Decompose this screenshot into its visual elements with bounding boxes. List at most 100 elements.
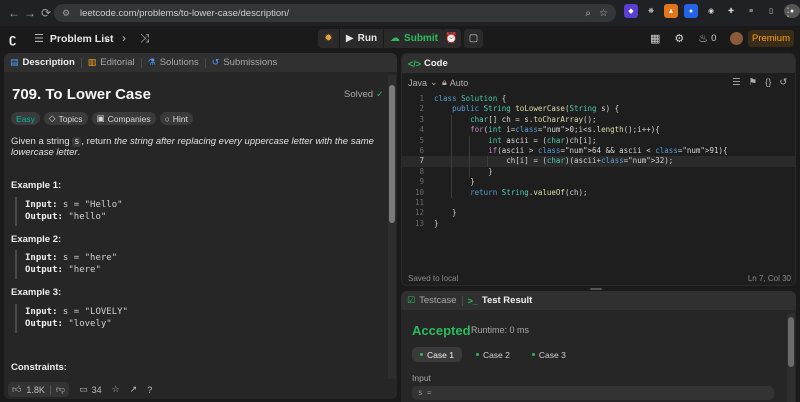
runtime-label: Runtime: 0 ms xyxy=(471,325,530,335)
tab-description[interactable]: ▤ Description xyxy=(4,53,81,72)
extension-icon[interactable]: ● xyxy=(684,4,698,18)
media-icon[interactable]: ≡ xyxy=(744,4,758,18)
hint-tag[interactable]: ○ Hint xyxy=(159,112,193,125)
companies-tag[interactable]: ▣ Companies xyxy=(91,112,156,125)
extensions-puzzle-icon[interactable]: ✚ xyxy=(724,4,738,18)
help-icon[interactable]: ? xyxy=(147,385,152,395)
extension-icon[interactable]: ◉ xyxy=(704,4,718,18)
code-brackets-icon: </> xyxy=(408,58,422,69)
debug-button[interactable]: ✹ xyxy=(318,29,340,48)
tab-testcase[interactable]: ☑ Testcase xyxy=(407,295,457,306)
input-label: Input: xyxy=(25,200,58,210)
lock-icon: ▣ xyxy=(96,113,105,123)
leetcode-logo-icon[interactable]: ʗ xyxy=(9,32,21,45)
cloud-upload-icon: ☁ xyxy=(390,33,401,44)
bookmark-star-icon[interactable]: ☆ xyxy=(599,8,608,19)
tab-solutions[interactable]: ⚗ Solutions xyxy=(142,53,205,72)
fullscreen-icon[interactable]: ⛶ xyxy=(795,77,796,88)
tab-label: Editorial xyxy=(100,57,135,68)
reset-icon[interactable]: ↺ xyxy=(779,77,787,88)
prev-problem-icon[interactable]: ‹ xyxy=(104,31,108,46)
code-text: if(ascii > class="num">64 && ascii < cla… xyxy=(488,146,728,155)
shuffle-icon[interactable]: ⤨ xyxy=(140,31,150,46)
scrollbar-thumb[interactable] xyxy=(389,85,395,223)
zoom-icon[interactable]: ⌕ xyxy=(585,8,591,19)
test-scrollbar[interactable] xyxy=(787,313,795,402)
desc-text-part: Given a string xyxy=(11,136,73,147)
site-header: ʗ ☰ Problem List ‹ › ⤨ ✹ ▶ Run ☁ Submit … xyxy=(0,26,800,51)
example-input: s = "here" xyxy=(57,253,118,263)
input-label: Input: xyxy=(25,307,58,317)
code-tab-label[interactable]: Code xyxy=(424,58,448,69)
tag-icon: ◇ xyxy=(48,113,56,123)
browser-menu-icon[interactable]: ⋮ xyxy=(782,5,794,19)
code-text: int ascii = (char)ch[i]; xyxy=(488,135,597,145)
horizontal-splitter-handle[interactable] xyxy=(590,288,602,290)
notes-button[interactable]: ▢ xyxy=(464,29,483,48)
reload-icon[interactable]: ⟳ xyxy=(36,3,56,23)
line-number: 13 xyxy=(414,218,424,228)
thumbs-down-icon[interactable]: 👎︎ xyxy=(56,384,65,395)
example-output: "lovely" xyxy=(62,319,112,329)
language-select[interactable]: Java ⌄ xyxy=(408,77,438,88)
example-block: Input: s = "Hello" Output: "hello" xyxy=(15,197,365,226)
problem-title[interactable]: 709. To Lower Case xyxy=(12,86,151,103)
case-tab-2[interactable]: Case 2 xyxy=(468,347,518,362)
example-title: Example 3: xyxy=(11,287,62,298)
tab-label: Test Result xyxy=(481,295,533,306)
premium-button[interactable]: Premium xyxy=(748,30,794,47)
extension-icon[interactable]: ◆ xyxy=(624,4,638,18)
topics-tag[interactable]: ◇ Topics xyxy=(43,112,88,125)
bookmark-icon[interactable]: ⚑ xyxy=(749,77,758,88)
braces-icon[interactable]: {} xyxy=(765,77,771,88)
site-info-icon[interactable]: ⚙ xyxy=(62,8,74,19)
case-tab-1[interactable]: Case 1 xyxy=(412,347,462,362)
problem-list-button[interactable]: ☰ Problem List xyxy=(34,32,113,46)
settings-gear-icon[interactable]: ⚙ xyxy=(674,32,684,45)
scrollbar-thumb[interactable] xyxy=(788,317,794,367)
topics-label: Topics xyxy=(58,113,83,124)
test-panel: ☑ Testcase >_ Test Result Accepted Runti… xyxy=(401,291,796,402)
share-icon[interactable]: ↗ xyxy=(130,384,138,395)
desc-text-part: , return xyxy=(81,136,115,147)
next-problem-icon[interactable]: › xyxy=(122,31,126,46)
extension-icon[interactable]: ❋ xyxy=(644,4,658,18)
side-panel-icon[interactable]: ▯ xyxy=(764,4,778,18)
history-icon: ↺ xyxy=(211,57,220,67)
cursor-position: Ln 7, Col 30 xyxy=(747,274,791,283)
line-number: 8 xyxy=(419,166,424,176)
description-scrollbar[interactable] xyxy=(388,75,396,379)
submit-button[interactable]: ☁ Submit xyxy=(384,29,444,48)
tab-test-result[interactable]: >_ Test Result xyxy=(468,295,533,306)
favorite-star-icon[interactable]: ☆ xyxy=(112,384,120,395)
thumbs-up-icon[interactable]: 👍︎ xyxy=(12,384,21,395)
tab-submissions[interactable]: ↺ Submissions xyxy=(206,53,283,72)
description-panel: ▤ Description ▥ Editorial ⚗ Solutions ↺ … xyxy=(4,53,397,399)
book-icon: ▥ xyxy=(87,57,97,67)
case-tab-3[interactable]: Case 3 xyxy=(524,347,574,362)
pass-dot-icon xyxy=(475,353,479,356)
extension-icon[interactable]: ▲ xyxy=(664,4,678,18)
language-value: Java xyxy=(408,77,428,88)
line-number: 1 xyxy=(419,94,424,103)
code-editor[interactable]: 1 class Solution { 2 public String toLowe… xyxy=(402,94,795,269)
line-number: 2 xyxy=(419,104,424,114)
run-button[interactable]: ▶ Run xyxy=(340,29,384,48)
layout-grid-icon[interactable]: ▦ xyxy=(650,32,660,45)
vote-group: 👍︎ 1.8K 👎︎ xyxy=(8,382,70,397)
terminal-icon: >_ xyxy=(467,295,478,306)
code-panel: </> Code Java ⌄ 🔒︎ Auto ☰ ⚑ {} ↺ ⛶ 1 clas… xyxy=(401,53,796,286)
code-line: 1 class Solution { xyxy=(402,94,795,104)
auto-mode-toggle[interactable]: 🔒︎ Auto xyxy=(442,77,468,88)
tab-label: Description xyxy=(22,57,75,68)
user-avatar[interactable] xyxy=(730,32,744,45)
line-number: 3 xyxy=(419,114,424,124)
code-line: 10 return String.valueOf(ch); xyxy=(402,187,795,198)
streak-counter[interactable]: ♨ 0 xyxy=(698,32,716,45)
address-bar[interactable]: ⚙ leetcode.com/problems/to-lower-case/de… xyxy=(54,4,616,22)
tab-label: Solutions xyxy=(159,57,199,68)
format-icon[interactable]: ☰ xyxy=(732,77,741,88)
comments-button[interactable]: ▭ 34 xyxy=(79,384,102,395)
timer-button[interactable]: ⏰ xyxy=(442,29,461,48)
tab-editorial[interactable]: ▥ Editorial xyxy=(82,53,141,72)
